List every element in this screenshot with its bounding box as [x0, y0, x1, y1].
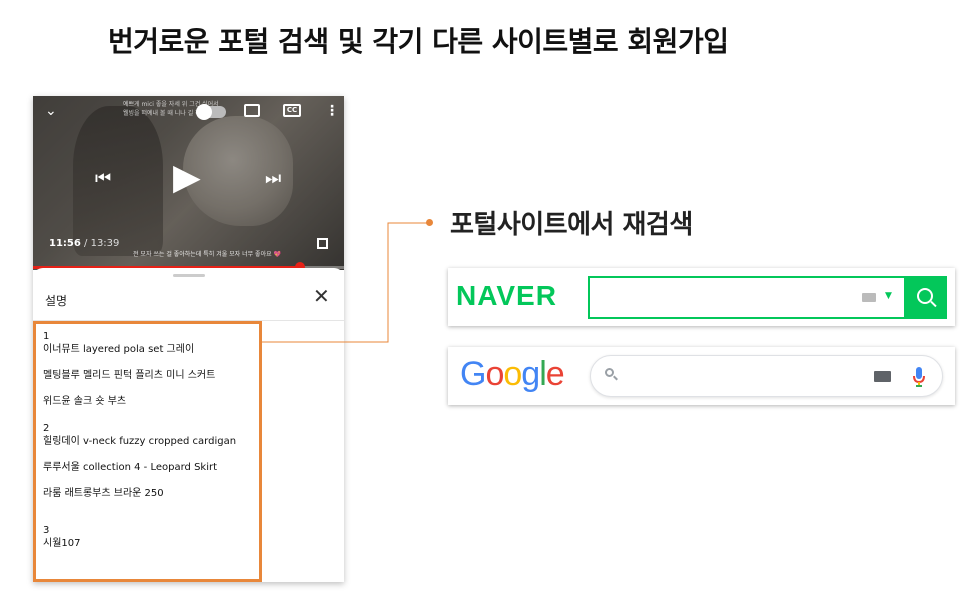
connector-line-end: [388, 222, 428, 224]
google-search-bar: Google: [448, 347, 955, 405]
cast-icon[interactable]: [244, 104, 260, 117]
section-subtitle: 포털사이트에서 재검색: [450, 210, 693, 240]
keyboard-icon[interactable]: [862, 293, 876, 302]
logo-letter: e: [545, 355, 565, 393]
video-subtitle: 전 모자 쓰는 걸 좋아하는데 특히 겨울 모자 너무 좋아요 💖: [133, 251, 281, 258]
previous-icon[interactable]: ⏮: [95, 170, 111, 188]
page-title: 번거로운 포털 검색 및 각기 다른 사이트별로 회원가입: [108, 25, 729, 58]
microphone-icon[interactable]: [912, 366, 926, 388]
logo-letter: o: [485, 355, 504, 393]
time-total: 13:39: [90, 238, 120, 249]
connector-line: [262, 222, 392, 343]
google-search-input[interactable]: [590, 355, 943, 397]
google-logo[interactable]: Google: [460, 355, 565, 394]
bullet-dot: [426, 219, 433, 226]
logo-letter: o: [503, 355, 522, 393]
sheet-title: 설명: [45, 294, 68, 308]
naver-search-bar: NAVER ▼: [448, 268, 955, 326]
closed-caption-icon[interactable]: CC: [283, 104, 301, 117]
video-time: 11:56 / 13:39: [49, 239, 119, 249]
naver-search-input[interactable]: ▼: [588, 276, 906, 319]
logo-letter: G: [460, 355, 486, 393]
keyboard-icon[interactable]: [874, 371, 891, 382]
logo-letter: g: [521, 355, 540, 393]
sheet-drag-handle[interactable]: [173, 274, 205, 277]
chevron-down-icon[interactable]: ⌄: [45, 104, 57, 118]
autoplay-toggle-icon[interactable]: [196, 104, 226, 120]
time-current: 11:56: [49, 238, 81, 249]
naver-search-button[interactable]: [904, 276, 947, 319]
play-icon[interactable]: ▶: [173, 160, 201, 196]
naver-logo[interactable]: NAVER: [456, 280, 557, 312]
time-separator: /: [80, 238, 91, 249]
next-icon[interactable]: ⏭: [265, 170, 281, 188]
highlight-box: [33, 321, 262, 582]
dropdown-arrow-icon[interactable]: ▼: [885, 291, 892, 301]
search-icon: [605, 368, 618, 381]
more-vert-icon[interactable]: ⋮: [325, 104, 339, 118]
